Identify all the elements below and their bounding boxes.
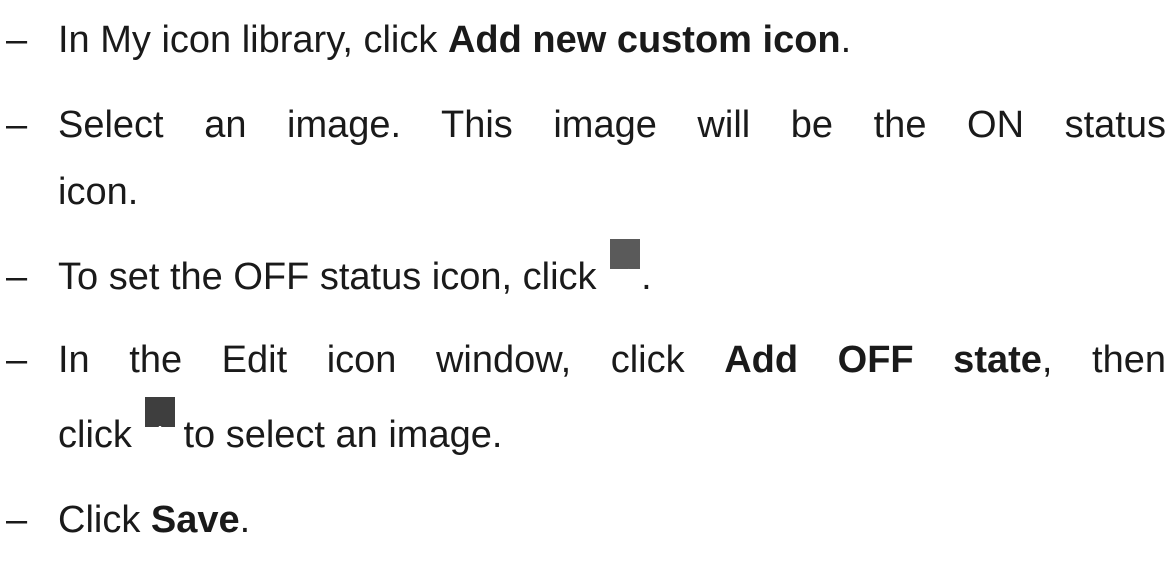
list-item-text-continuation: click to select an image. — [58, 395, 502, 475]
step-punctuation: . — [641, 256, 652, 298]
ui-label-add-off-state: Add OFF state — [724, 339, 1042, 381]
step-text: In My icon library, click — [58, 19, 448, 61]
list-item-text: Select an image. This image will be the … — [58, 104, 1166, 146]
ui-label-save: Save — [150, 499, 240, 541]
list-item-text: Click Save. — [58, 480, 250, 560]
list-dash: – — [6, 104, 28, 146]
list-item-text: In the Edit icon window, click Add OFF s… — [58, 320, 1166, 400]
pencil-edit-icon — [610, 239, 641, 288]
step-text: click — [58, 414, 143, 456]
list-item-text: In My icon library, click Add new custom… — [58, 0, 851, 80]
list-dash: – — [6, 256, 28, 298]
step-text: , then — [1041, 339, 1166, 381]
plus-icon — [145, 397, 176, 442]
list-dash: – — [6, 19, 28, 61]
step-text: To set the OFF status icon, click — [58, 256, 608, 298]
step-punctuation: . — [840, 19, 852, 61]
ui-label-add-new-custom-icon: Add new custom icon — [447, 19, 841, 61]
step-text: Click — [58, 499, 151, 541]
list-item-text-continuation: icon. — [58, 171, 139, 213]
step-text: to select an image. — [183, 414, 503, 456]
step-text: In the Edit icon window, click — [58, 339, 725, 381]
instruction-list: – In My icon library, click Add new cust… — [0, 0, 1171, 563]
list-item-text: To set the OFF status icon, click . — [58, 237, 652, 317]
list-dash: – — [6, 499, 28, 541]
step-punctuation: . — [239, 499, 251, 541]
list-dash: – — [6, 339, 28, 381]
